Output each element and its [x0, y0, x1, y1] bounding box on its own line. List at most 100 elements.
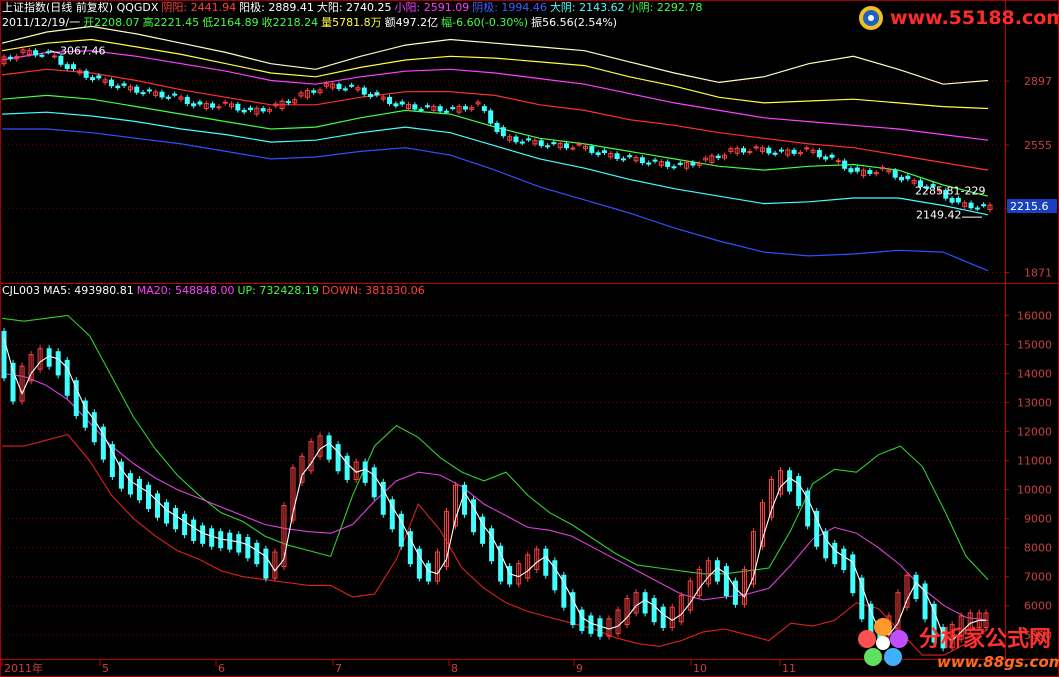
volume-up-band [1, 314, 989, 580]
candle-body [197, 101, 203, 105]
candle-body [892, 170, 898, 178]
candle-body [235, 103, 241, 111]
volume-candle [362, 461, 368, 483]
volume-candle [507, 566, 513, 585]
price-tick-label: 2555 [1024, 139, 1052, 152]
volume-tick-label: 14000 [1017, 367, 1052, 380]
volume-candle [344, 455, 350, 480]
volume-candle [597, 618, 603, 637]
month-tick-label: 9 [576, 662, 583, 675]
row1-item-5: 阴极: 1994.46 [472, 1, 547, 14]
candle-body [361, 87, 367, 95]
volume-candle [191, 519, 197, 541]
candle-body [627, 155, 633, 158]
volume-candle [579, 609, 585, 631]
row2-item-4: 收2218.24 [261, 16, 319, 29]
volume-down-band [2, 433, 989, 656]
volume-candle [173, 507, 179, 530]
price-tick-label: 1871 [1024, 266, 1052, 279]
candle-body [210, 103, 216, 108]
volume-candle [850, 554, 856, 594]
candle-body [842, 160, 848, 169]
volume-candle [425, 563, 431, 582]
chart-canvas: 2897255522151871160001500014000130001200… [0, 0, 1059, 677]
candle-body [823, 156, 829, 160]
candle-body [981, 204, 987, 207]
row1-item-6: 大阴: 2143.62 [549, 1, 625, 14]
candle-body [519, 141, 525, 144]
volume-candle [236, 534, 242, 553]
high-annotation: 3067.46 [60, 44, 106, 57]
volume-tick-label: 15000 [1017, 338, 1052, 351]
candle-body [867, 170, 873, 174]
candle-body [671, 166, 677, 169]
candle-body [159, 91, 165, 98]
row1-item-3: 大阳: 2740.25 [316, 1, 392, 14]
candle-body [39, 54, 45, 57]
candle-body [368, 94, 374, 97]
row2-item-2: 高2221.45 [142, 16, 200, 29]
volume-candle [263, 548, 269, 579]
candle-body [791, 149, 797, 154]
volume-tick-label: 16000 [1017, 309, 1052, 322]
row2-item-7: 幅-6.60(-0.30%) [441, 16, 529, 29]
band-大阳 [1, 38, 989, 110]
candle-body [481, 106, 487, 112]
volume-candle [55, 351, 61, 376]
candle-body [741, 148, 746, 153]
candle-body [899, 177, 905, 181]
candle-body [747, 150, 753, 153]
candle-body [89, 77, 95, 81]
band-阴阳 [1, 68, 989, 171]
volume-candle [326, 435, 332, 460]
candle-body [462, 106, 468, 110]
candle-body [349, 84, 355, 87]
candle-body [715, 155, 721, 159]
row2-item-5: 量5781.8万 [321, 16, 382, 29]
volume-candle [913, 574, 919, 599]
candle-body [342, 88, 348, 91]
row2-item-8: 振56.56(2.54%) [531, 16, 618, 29]
watermark-bottom: 分析家公式网 www.88gs.com [855, 613, 1059, 675]
candle-body [614, 153, 620, 159]
candle-body [450, 107, 456, 110]
candle-body [134, 86, 140, 93]
candle-body [146, 89, 152, 92]
volume-candle [164, 502, 170, 524]
row1-item-1: 阴阳: 2441.94 [161, 1, 237, 14]
volume-candle [254, 542, 260, 565]
month-tick-label: 7 [335, 662, 342, 675]
candle-body [165, 96, 171, 99]
row1-item-4: 小阳: 2591.09 [394, 1, 470, 14]
candle-body [418, 108, 424, 111]
volume-tick-label: 13000 [1017, 397, 1052, 410]
price-header-row: 上证指数(日线 前复权) QQGDX 阴阳: 2441.94 阳极: 2889.41… [2, 1, 705, 15]
month-tick-label: 2011年 [4, 661, 43, 675]
candle-body [677, 162, 683, 165]
candle-body [772, 152, 778, 155]
volume-candle [588, 615, 594, 634]
volume-candle [732, 580, 738, 605]
watermark-cn-text: 分析家公式网 [919, 627, 1052, 652]
volume-candle [127, 473, 133, 495]
candle-body [955, 197, 961, 203]
row2-item-0: 2011/12/19/一 [2, 16, 81, 29]
candle-body [589, 146, 595, 153]
candle-body [601, 150, 607, 154]
month-tick-label: 11 [782, 662, 796, 675]
low-annotation: 2149.42 [916, 209, 962, 222]
volume-candle [200, 525, 206, 544]
candle-body [437, 106, 443, 112]
volume-candle [91, 412, 97, 443]
candle-body [45, 51, 51, 54]
volume-candle [371, 467, 377, 498]
candle-body [766, 147, 772, 154]
candle-body [620, 158, 626, 161]
candle-body [399, 101, 405, 105]
candle-body [545, 145, 551, 148]
candle-body [968, 202, 974, 209]
candle-body [121, 83, 127, 86]
candle-body [905, 175, 911, 180]
candle-body [854, 167, 860, 172]
candle-body [64, 64, 70, 69]
